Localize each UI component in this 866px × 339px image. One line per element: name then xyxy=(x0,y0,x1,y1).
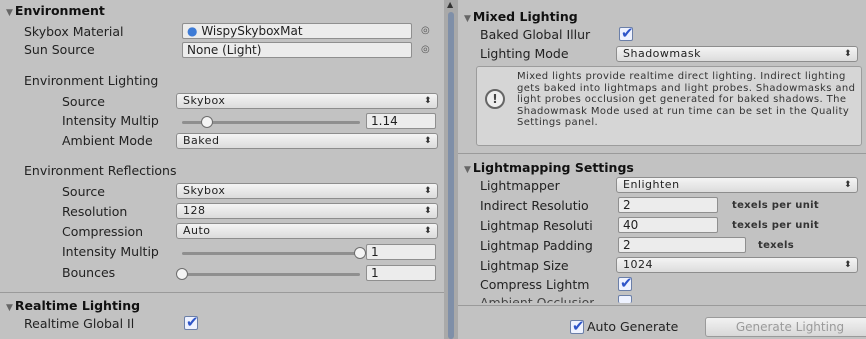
section-divider xyxy=(0,292,444,293)
reflection-intensity-label: Intensity Multip xyxy=(62,244,159,259)
baked-gi-checkbox[interactable]: ✔ xyxy=(619,24,634,42)
scroll-up-icon[interactable]: ▲ xyxy=(447,0,453,9)
reflection-intensity-input[interactable]: 1 xyxy=(366,244,436,260)
indirect-resolution-input[interactable]: 2 xyxy=(618,197,718,213)
right-inspector-panel: ▼ Mixed Lighting Baked Global Illur ✔ Lig… xyxy=(458,0,866,339)
lightmapper-dropdown[interactable]: Enlighten ⬍ xyxy=(616,177,858,193)
compress-lightmaps-checkbox[interactable]: ✔ xyxy=(618,274,633,292)
auto-generate-label: Auto Generate xyxy=(587,319,679,334)
skybox-label: Skybox Material xyxy=(24,24,124,39)
lightmap-size-label: Lightmap Size xyxy=(480,258,569,273)
dropdown-arrow-icon: ⬍ xyxy=(423,96,432,106)
resolution-dropdown[interactable]: 128 ⬍ xyxy=(176,203,438,219)
baked-gi-label: Baked Global Illur xyxy=(480,27,591,42)
dropdown-arrow-icon: ⬍ xyxy=(423,186,432,196)
sun-source-label: Sun Source xyxy=(24,42,95,57)
material-sphere-icon: ● xyxy=(187,24,198,38)
foldout-icon: ▼ xyxy=(6,8,13,18)
foldout-icon: ▼ xyxy=(6,303,13,313)
lightmap-resolution-input[interactable]: 40 xyxy=(618,217,718,233)
ambient-mode-dropdown[interactable]: Baked ⬍ xyxy=(176,133,438,149)
lightmap-resolution-unit: texels per unit xyxy=(732,220,819,231)
bounces-label: Bounces xyxy=(62,265,116,280)
environment-header[interactable]: ▼ Environment xyxy=(6,3,105,18)
realtime-gi-checkbox[interactable]: ✔ xyxy=(184,313,199,331)
lighting-mode-label: Lighting Mode xyxy=(480,46,569,61)
lightmap-padding-label: Lightmap Padding xyxy=(480,238,593,253)
lighting-source-dropdown[interactable]: Skybox ⬍ xyxy=(176,93,438,109)
mixed-lighting-help-box: ! Mixed lights provide realtime direct l… xyxy=(476,66,862,146)
check-icon: ✔ xyxy=(621,24,634,42)
reflection-intensity-slider-thumb[interactable] xyxy=(354,247,366,259)
sun-source-field[interactable]: None (Light) xyxy=(182,42,412,58)
lighting-mode-dropdown[interactable]: Shadowmask ⬍ xyxy=(616,46,858,62)
ambient-mode-label: Ambient Mode xyxy=(62,133,153,148)
indirect-resolution-label: Indirect Resolutio xyxy=(480,198,589,213)
object-picker-icon[interactable]: ◎ xyxy=(421,25,430,36)
ambient-occlusion-label: Ambient Occlusior xyxy=(480,295,595,303)
compress-lightmaps-label: Compress Lightm xyxy=(480,277,590,292)
check-icon: ✔ xyxy=(572,317,585,335)
bounces-input[interactable]: 1 xyxy=(366,265,436,281)
compression-dropdown[interactable]: Auto ⬍ xyxy=(176,223,438,239)
bounces-slider-thumb[interactable] xyxy=(176,268,188,280)
dropdown-arrow-icon: ⬍ xyxy=(423,136,432,146)
generate-lighting-button[interactable]: Generate Lighting xyxy=(705,317,866,337)
environment-reflections-header: Environment Reflections xyxy=(24,163,177,178)
skybox-material-field[interactable]: ● WispySkyboxMat xyxy=(182,23,412,39)
lighting-source-label: Source xyxy=(62,94,105,109)
dropdown-arrow-icon: ⬍ xyxy=(843,49,852,59)
foldout-icon: ▼ xyxy=(464,14,471,24)
realtime-gi-label: Realtime Global Il xyxy=(24,316,135,331)
auto-generate-checkbox[interactable]: ✔ xyxy=(570,317,585,335)
lightmap-size-dropdown[interactable]: 1024 ⬍ xyxy=(616,257,858,273)
footer-divider xyxy=(458,305,866,306)
help-text: Mixed lights provide realtime direct lig… xyxy=(517,71,856,128)
intensity-label: Intensity Multip xyxy=(62,113,159,128)
lightmapper-label: Lightmapper xyxy=(480,178,560,193)
reflection-source-dropdown[interactable]: Skybox ⬍ xyxy=(176,183,438,199)
check-icon: ✔ xyxy=(186,313,199,331)
resolution-label: Resolution xyxy=(62,204,128,219)
indirect-resolution-unit: texels per unit xyxy=(732,200,819,211)
dropdown-arrow-icon: ⬍ xyxy=(423,206,432,216)
compression-label: Compression xyxy=(62,224,144,239)
lightmapping-settings-header[interactable]: ▼ Lightmapping Settings xyxy=(464,160,634,175)
ambient-occlusion-checkbox[interactable] xyxy=(618,295,632,303)
foldout-icon: ▼ xyxy=(464,165,471,175)
scrollbar[interactable]: ▲ xyxy=(444,0,458,339)
realtime-lighting-header[interactable]: ▼ Realtime Lighting xyxy=(6,298,140,313)
reflection-intensity-slider-track[interactable] xyxy=(182,252,360,255)
reflection-source-label: Source xyxy=(62,184,105,199)
mixed-lighting-header[interactable]: ▼ Mixed Lighting xyxy=(464,9,578,24)
check-icon: ✔ xyxy=(620,274,633,292)
dropdown-arrow-icon: ⬍ xyxy=(843,260,852,270)
environment-lighting-header: Environment Lighting xyxy=(24,73,159,88)
intensity-input[interactable]: 1.14 xyxy=(366,113,436,129)
dropdown-arrow-icon: ⬍ xyxy=(843,180,852,190)
info-icon: ! xyxy=(485,89,505,109)
left-inspector-panel: ▼ Environment Skybox Material ● WispySkyb… xyxy=(0,0,444,339)
lightmap-resolution-label: Lightmap Resoluti xyxy=(480,218,593,233)
intensity-slider-thumb[interactable] xyxy=(200,116,213,128)
scrollbar-thumb[interactable] xyxy=(448,12,454,339)
bounces-slider-track[interactable] xyxy=(182,273,360,276)
object-picker-icon[interactable]: ◎ xyxy=(421,44,430,55)
section-divider xyxy=(458,153,866,154)
lightmap-padding-input[interactable]: 2 xyxy=(618,237,746,253)
lightmap-padding-unit: texels xyxy=(758,240,794,251)
dropdown-arrow-icon: ⬍ xyxy=(423,226,432,236)
